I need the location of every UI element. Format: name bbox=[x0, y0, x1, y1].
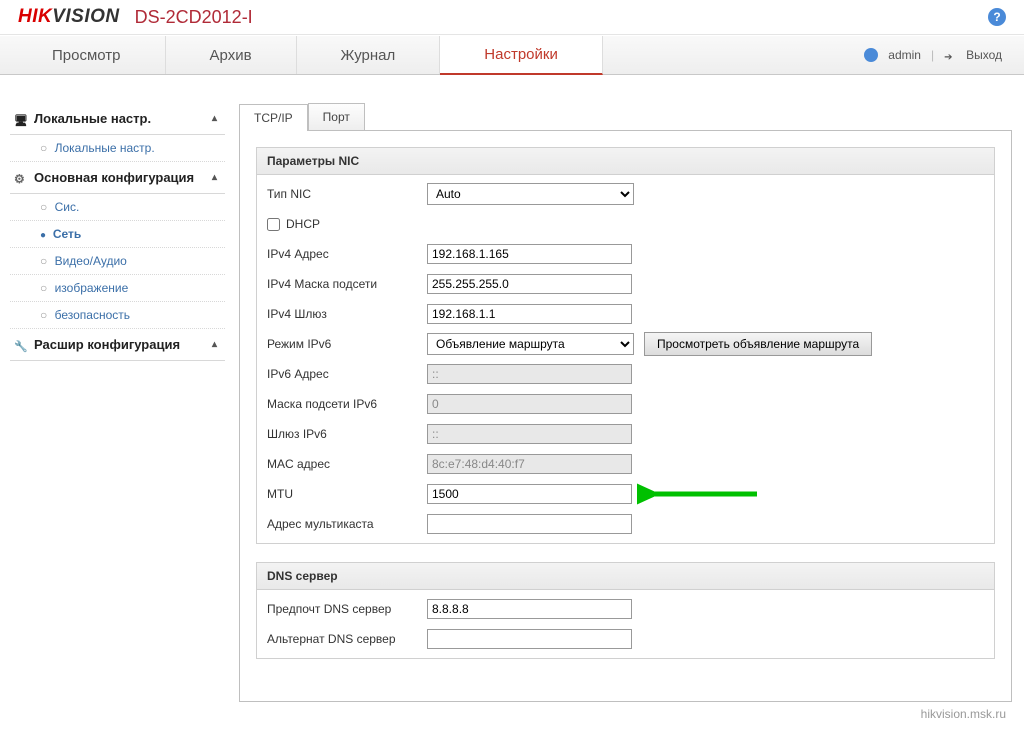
label-dns-pref: Предпочт DNS сервер bbox=[267, 602, 427, 616]
input-ipv4-mask[interactable] bbox=[427, 274, 632, 294]
gear-icon bbox=[14, 171, 28, 185]
label-mac: MAC адрес bbox=[267, 457, 427, 471]
label-nic-type: Тип NIC bbox=[267, 187, 427, 201]
row-ipv4-mask: IPv4 Маска подсети bbox=[267, 269, 984, 299]
sidebar-item-security[interactable]: безопасность bbox=[10, 302, 225, 329]
logout-icon bbox=[944, 49, 956, 61]
chevron-up-icon: ▴ bbox=[212, 172, 217, 183]
row-nic-type: Тип NIC Auto bbox=[267, 179, 984, 209]
sidebar-item-local[interactable]: Локальные настр. bbox=[10, 135, 225, 162]
row-ipv6-addr: IPv6 Адрес bbox=[267, 359, 984, 389]
watermark: hikvision.msk.ru bbox=[921, 707, 1006, 721]
input-ipv6-gw bbox=[427, 424, 632, 444]
sidebar-group-label: Расшир конфигурация bbox=[34, 337, 180, 352]
wrench-icon bbox=[14, 338, 28, 352]
row-dns-pref: Предпочт DNS сервер bbox=[267, 594, 984, 624]
select-ipv6-mode[interactable]: Объявление маршрута bbox=[427, 333, 634, 355]
view-route-button[interactable]: Просмотреть объявление маршрута bbox=[644, 332, 872, 356]
input-mac bbox=[427, 454, 632, 474]
pipe: | bbox=[931, 48, 934, 62]
logout-link[interactable]: Выход bbox=[966, 48, 1002, 62]
brand-red: HIK bbox=[18, 6, 52, 27]
row-ipv6-gw: Шлюз IPv6 bbox=[267, 419, 984, 449]
row-dns-alt: Альтернат DNS сервер bbox=[267, 624, 984, 654]
model-number: DS-2CD2012-I bbox=[135, 7, 253, 28]
row-ipv4-gw: IPv4 Шлюз bbox=[267, 299, 984, 329]
help-icon[interactable]: ? bbox=[988, 8, 1006, 26]
sidebar-group-label: Локальные настр. bbox=[34, 111, 151, 126]
label-dns-alt: Альтернат DNS сервер bbox=[267, 632, 427, 646]
input-ipv4-gw[interactable] bbox=[427, 304, 632, 324]
label-multicast: Адрес мультикаста bbox=[267, 517, 427, 531]
row-ipv6-mode: Режим IPv6 Объявление маршрута Просмотре… bbox=[267, 329, 984, 359]
brand-logo: HIKVISION bbox=[18, 6, 120, 28]
row-dhcp: DHCP bbox=[267, 209, 984, 239]
nic-fieldset: Параметры NIC Тип NIC Auto DHCP bbox=[256, 147, 995, 544]
sidebar: Локальные настр. ▴ Локальные настр. Осно… bbox=[0, 103, 225, 742]
select-nic-type[interactable]: Auto bbox=[427, 183, 634, 205]
row-mac: MAC адрес bbox=[267, 449, 984, 479]
navbar: Просмотр Архив Журнал Настройки admin | … bbox=[0, 35, 1024, 75]
sidebar-group-local[interactable]: Локальные настр. ▴ bbox=[10, 103, 225, 135]
sidebar-group-label: Основная конфигурация bbox=[34, 170, 194, 185]
sidebar-group-basic[interactable]: Основная конфигурация ▴ bbox=[10, 162, 225, 194]
label-ipv6-gw: Шлюз IPv6 bbox=[267, 427, 427, 441]
sidebar-item-video[interactable]: Видео/Аудио bbox=[10, 248, 225, 275]
brand-dark: VISION bbox=[52, 6, 119, 27]
subtabs: TCP/IP Порт bbox=[239, 103, 1012, 131]
sidebar-item-sys[interactable]: Сис. bbox=[10, 194, 225, 221]
user-link[interactable]: admin bbox=[888, 48, 921, 62]
input-ipv6-mask bbox=[427, 394, 632, 414]
sidebar-group-advanced[interactable]: Расшир конфигурация ▴ bbox=[10, 329, 225, 361]
input-multicast[interactable] bbox=[427, 514, 632, 534]
nav-tab-settings[interactable]: Настройки bbox=[440, 36, 603, 75]
row-ipv6-mask: Маска подсети IPv6 bbox=[267, 389, 984, 419]
row-ipv4-addr: IPv4 Адрес bbox=[267, 239, 984, 269]
row-mtu: MTU bbox=[267, 479, 984, 509]
nav-tab-log[interactable]: Журнал bbox=[297, 36, 441, 74]
nic-legend: Параметры NIC bbox=[257, 148, 994, 175]
nav-tab-view[interactable]: Просмотр bbox=[8, 36, 166, 74]
chevron-up-icon: ▴ bbox=[212, 113, 217, 124]
label-dhcp: DHCP bbox=[286, 217, 320, 231]
subtab-port[interactable]: Порт bbox=[308, 103, 365, 130]
label-ipv4-addr: IPv4 Адрес bbox=[267, 247, 427, 261]
label-mtu: MTU bbox=[267, 487, 427, 501]
content: TCP/IP Порт Параметры NIC Тип NIC Auto bbox=[225, 103, 1024, 742]
row-multicast: Адрес мультикаста bbox=[267, 509, 984, 539]
checkbox-dhcp[interactable] bbox=[267, 218, 280, 231]
label-ipv6-mode: Режим IPv6 bbox=[267, 337, 427, 351]
label-ipv6-addr: IPv6 Адрес bbox=[267, 367, 427, 381]
sidebar-item-network[interactable]: Сеть bbox=[10, 221, 225, 248]
input-dns-alt[interactable] bbox=[427, 629, 632, 649]
dns-fieldset: DNS сервер Предпочт DNS сервер Альтернат… bbox=[256, 562, 995, 659]
monitor-icon bbox=[14, 112, 28, 126]
input-ipv6-addr bbox=[427, 364, 632, 384]
main: Локальные настр. ▴ Локальные настр. Осно… bbox=[0, 75, 1024, 742]
green-arrow-icon bbox=[637, 479, 767, 509]
header: HIKVISION DS-2CD2012-I ? bbox=[0, 0, 1024, 35]
label-ipv6-mask: Маска подсети IPv6 bbox=[267, 397, 427, 411]
subtab-tcpip[interactable]: TCP/IP bbox=[239, 104, 308, 131]
input-dns-pref[interactable] bbox=[427, 599, 632, 619]
sidebar-item-image[interactable]: изображение bbox=[10, 275, 225, 302]
user-icon bbox=[864, 48, 878, 62]
dns-legend: DNS сервер bbox=[257, 563, 994, 590]
nav-right: admin | Выход bbox=[864, 36, 1016, 74]
config-panel: Параметры NIC Тип NIC Auto DHCP bbox=[239, 131, 1012, 702]
label-ipv4-mask: IPv4 Маска подсети bbox=[267, 277, 427, 291]
input-ipv4-addr[interactable] bbox=[427, 244, 632, 264]
nav-tab-archive[interactable]: Архив bbox=[166, 36, 297, 74]
chevron-up-icon: ▴ bbox=[212, 339, 217, 350]
input-mtu[interactable] bbox=[427, 484, 632, 504]
dns-body: Предпочт DNS сервер Альтернат DNS сервер bbox=[257, 590, 994, 658]
label-ipv4-gw: IPv4 Шлюз bbox=[267, 307, 427, 321]
nic-body: Тип NIC Auto DHCP IPv4 Адрес bbox=[257, 175, 994, 543]
